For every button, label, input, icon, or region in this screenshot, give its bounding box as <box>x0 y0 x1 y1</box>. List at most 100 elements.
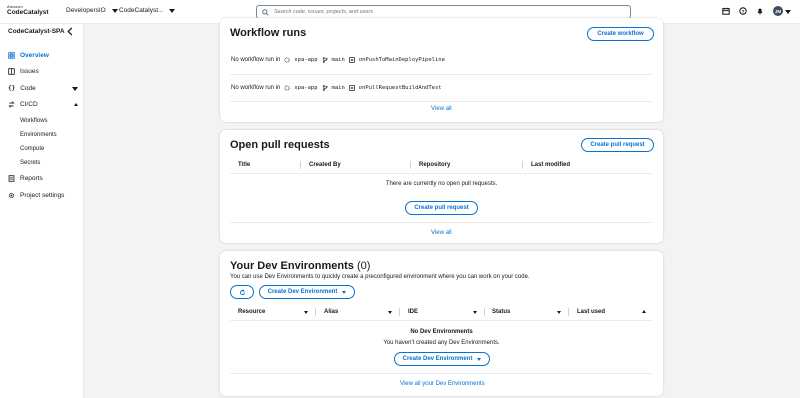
grid-icon <box>8 52 15 59</box>
divider <box>230 101 653 102</box>
repository-name[interactable]: spa-app <box>294 57 317 63</box>
view-all-dev-environments-link[interactable]: View all your Dev Environments <box>400 381 485 387</box>
divider <box>230 222 653 223</box>
dev-environments-title: Your Dev Environments (0) <box>230 260 370 272</box>
column-header-status: Status <box>492 309 511 315</box>
user-avatar[interactable]: JM <box>773 6 783 16</box>
view-all-workflows-link[interactable]: View all <box>431 106 452 112</box>
dev-environments-description: You can use Dev Environments to quickly … <box>230 274 530 280</box>
sidebar-item-reports[interactable]: Reports <box>8 175 78 182</box>
workflow-run-row: No workflow run in spa-app main onPushTo… <box>231 57 445 63</box>
column-header-created-by: Created By <box>309 162 341 168</box>
code-braces-icon: {} <box>8 85 16 92</box>
issues-board-icon <box>8 68 15 75</box>
sidebar-item-label: Issues <box>20 68 39 75</box>
repository-icon <box>284 57 290 63</box>
column-header-alias: Alias <box>324 309 339 315</box>
codecatalyst-logo[interactable]: Amazon CodeCatalyst <box>7 4 49 16</box>
sidebar-item-issues[interactable]: Issues <box>8 68 78 75</box>
column-header-repository: Repository <box>419 162 451 168</box>
workflow-name[interactable]: onPushToMainDeployPipeline <box>359 57 445 63</box>
sidebar-item-cicd[interactable]: CI/CD <box>8 101 78 108</box>
column-separator <box>300 161 301 169</box>
open-pull-requests-title: Open pull requests <box>230 139 330 151</box>
divider <box>230 320 653 321</box>
row-prefix: No workflow run in <box>231 57 281 63</box>
help-icon[interactable]: ? <box>738 6 748 16</box>
svg-text:?: ? <box>742 9 745 15</box>
collapse-sidebar-button[interactable] <box>66 27 74 38</box>
create-workflow-button[interactable]: Create workflow <box>587 27 654 41</box>
workflow-name[interactable]: onPullRequestBuildAndTest <box>359 85 442 91</box>
caret-down-icon <box>111 8 118 13</box>
global-search[interactable] <box>256 5 631 19</box>
empty-state-create-dev-environment-dropdown[interactable]: Create Dev Environment <box>394 352 490 366</box>
logo-line-2: CodeCatalyst <box>7 9 49 16</box>
project-name: CodeCatalyst... <box>119 7 164 14</box>
divider <box>230 74 653 75</box>
caret-down-icon <box>477 357 482 361</box>
column-separator <box>410 161 411 169</box>
divider <box>230 173 653 174</box>
divider <box>230 373 653 374</box>
branch-icon <box>322 57 328 63</box>
workflow-icon <box>349 85 355 91</box>
project-title: CodeCatalyst-SPA <box>8 28 65 35</box>
sidebar-subitem-workflows[interactable]: Workflows <box>20 118 48 124</box>
empty-state-text: There are currently no open pull request… <box>385 181 498 187</box>
empty-state-create-pull-request-button[interactable]: Create pull request <box>405 201 478 215</box>
caret-down-icon <box>342 290 347 294</box>
create-dev-environment-dropdown[interactable]: Create Dev Environment <box>259 285 355 299</box>
empty-state-text: You haven't created any Dev Environments… <box>383 340 500 346</box>
repository-icon <box>284 85 290 91</box>
column-separator <box>315 308 316 316</box>
create-pull-request-button[interactable]: Create pull request <box>581 138 654 152</box>
button-label: Create Dev Environment <box>402 356 473 362</box>
sort-caret-icon[interactable] <box>304 311 308 314</box>
column-header-last-modified: Last modified <box>531 162 571 168</box>
column-header-resource: Resource <box>238 309 266 315</box>
column-header-ide: IDE <box>408 309 419 315</box>
reports-icon <box>8 175 15 182</box>
sort-caret-icon[interactable] <box>388 311 392 314</box>
sort-caret-icon[interactable] <box>473 311 477 314</box>
project-selector[interactable]: CodeCatalyst... <box>119 7 176 14</box>
workflow-run-row: No workflow run in spa-app main onPullRe… <box>231 85 442 91</box>
sort-caret-icon[interactable] <box>557 311 561 314</box>
sidebar-item-overview[interactable]: Overview <box>8 52 78 59</box>
chevron-left-icon <box>67 27 73 36</box>
sidebar-item-label: Reports <box>20 175 43 182</box>
button-label: Create Dev Environment <box>267 289 338 295</box>
space-selector[interactable]: DevelopersIO <box>66 7 118 14</box>
repository-name[interactable]: spa-app <box>294 85 317 91</box>
calendar-icon[interactable] <box>721 6 731 16</box>
sidebar-subitem-environments[interactable]: Environments <box>20 132 57 138</box>
sidebar-subitem-compute[interactable]: Compute <box>20 146 44 152</box>
column-header-title: Title <box>238 162 251 168</box>
sidebar: CodeCatalyst-SPA Overview Issues {} Code… <box>0 24 84 398</box>
search-input[interactable] <box>274 9 614 15</box>
sidebar-item-label: Project settings <box>20 192 65 199</box>
refresh-button[interactable] <box>230 285 254 299</box>
column-separator <box>568 308 569 316</box>
open-pull-requests-card: Open pull requests Create pull request T… <box>220 130 663 243</box>
gear-icon <box>8 192 15 199</box>
dev-environments-card: Your Dev Environments (0) You can use De… <box>220 251 663 396</box>
branch-name[interactable]: main <box>332 57 345 63</box>
dev-environments-count: (0) <box>356 260 371 272</box>
sidebar-subitem-secrets[interactable]: Secrets <box>20 160 40 166</box>
dev-environments-title-text: Your Dev Environments <box>230 260 354 272</box>
sidebar-item-label: Overview <box>20 52 49 59</box>
branch-name[interactable]: main <box>332 85 345 91</box>
column-separator <box>399 308 400 316</box>
sidebar-item-project-settings[interactable]: Project settings <box>8 192 78 199</box>
space-name: DevelopersIO <box>66 7 106 14</box>
user-menu-caret-icon[interactable] <box>785 10 791 14</box>
sort-ascending-icon[interactable] <box>642 310 646 313</box>
sidebar-item-code[interactable]: {} Code <box>8 85 78 92</box>
notifications-bell-icon[interactable] <box>755 6 765 16</box>
search-icon <box>262 8 269 16</box>
view-all-pull-requests-link[interactable]: View all <box>431 230 452 236</box>
workflow-icon <box>349 57 355 63</box>
workflow-runs-title: Workflow runs <box>230 27 307 39</box>
